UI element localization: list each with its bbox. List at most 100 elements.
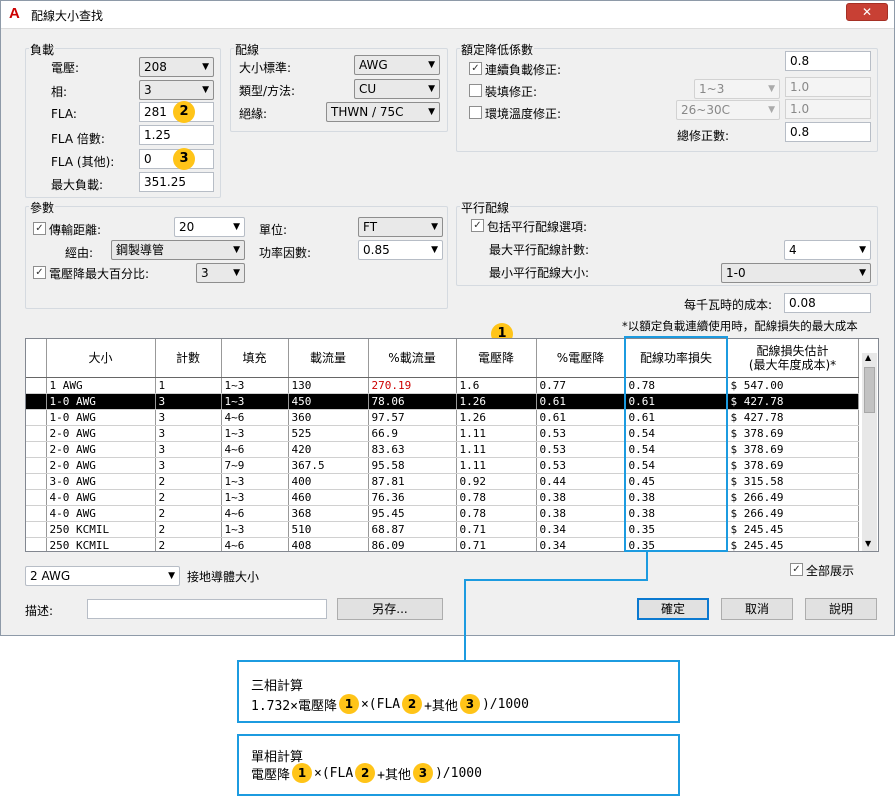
table-cell: 1 AWG (46, 377, 156, 394)
table-cell: 1~3 (221, 377, 289, 394)
pf-select[interactable]: 0.85 ▼ (358, 240, 443, 260)
single-phase-formula: 電壓降 1 ×(FLA 2 +其他 3 )/1000 (251, 763, 482, 783)
table-row[interactable]: 2-0 AWG 3 7~9 367.5 95.58 1.11 0.53 0.54 $ 378.6… (26, 457, 859, 474)
row-header[interactable] (26, 425, 47, 442)
ground-size-label: 接地導體大小 (187, 570, 260, 584)
column-header[interactable]: 載流量 (288, 339, 369, 378)
table-scrollbar[interactable]: ▲ ▼ (862, 353, 877, 551)
table-cell: 1.11 (456, 425, 537, 442)
table-row[interactable]: 250 KCMIL 2 4~6 408 86.09 0.71 0.34 0.35 $ 245.4… (26, 537, 859, 551)
insulation-select[interactable]: THWN / 75C ▼ (326, 102, 440, 122)
scroll-up-icon[interactable]: ▲ (865, 353, 871, 362)
size-std-select[interactable]: AWG ▼ (354, 55, 440, 75)
column-header[interactable]: %載流量 (368, 339, 457, 378)
voltage-select[interactable]: 208 ▼ (139, 57, 214, 77)
formula-times: ×(FLA (314, 765, 354, 781)
unit-select[interactable]: FT ▼ (358, 217, 443, 237)
results-table[interactable]: 大小 計數 填充 載流量 %載流量 電壓降 %電壓降 配線功率損失 配線損失估計 (最大年度成本… (25, 338, 879, 552)
fill-checkbox[interactable] (469, 84, 482, 97)
row-header[interactable] (26, 473, 47, 490)
table-cell: 3 (155, 425, 222, 442)
distance-label: 傳輸距離: (49, 223, 102, 237)
table-cell: 4~6 (221, 537, 289, 551)
row-header[interactable] (26, 457, 47, 474)
phase-select[interactable]: 3 ▼ (139, 80, 214, 100)
table-row[interactable]: 1 AWG 1 1~3 130 270.19 1.6 0.77 0.78 $ 547.00 (26, 377, 859, 394)
table-cell: 250 KCMIL (46, 521, 156, 538)
help-button[interactable]: 說明 (805, 598, 877, 620)
table-row[interactable]: 1-0 AWG 3 4~6 360 97.57 1.26 0.61 0.61 $ 427.78 (26, 409, 859, 426)
table-cell: 0.34 (536, 537, 626, 551)
table-cell: 95.58 (368, 457, 457, 474)
table-cell: $ 427.78 (727, 393, 859, 410)
row-header[interactable] (26, 377, 47, 394)
row-header[interactable] (26, 441, 47, 458)
max-count-select[interactable]: 4 ▼ (784, 240, 871, 260)
description-label: 描述: (25, 604, 54, 618)
close-button[interactable]: ✕ (846, 3, 888, 21)
vdrop-select[interactable]: 3 ▼ (196, 263, 245, 283)
row-header[interactable] (26, 521, 47, 538)
formula-prefix: 1.732×電壓降 (251, 698, 337, 714)
row-header[interactable] (26, 393, 47, 410)
table-cell: 2 (155, 505, 222, 522)
chevron-down-icon: ▼ (233, 222, 240, 232)
column-header[interactable]: %電壓降 (536, 339, 626, 378)
save-as-button[interactable]: 另存... (337, 598, 443, 620)
formula-badge-2: 2 (402, 694, 423, 714)
parallel-checkbox[interactable]: ✓ (471, 219, 484, 232)
scroll-down-icon[interactable]: ▼ (865, 539, 871, 548)
table-cell: 0.34 (536, 521, 626, 538)
continuous-checkbox[interactable]: ✓ (469, 62, 482, 75)
scroll-thumb[interactable] (864, 367, 875, 413)
type-select[interactable]: CU ▼ (354, 79, 440, 99)
fill-input[interactable]: 1.0 (785, 77, 871, 97)
chevron-down-icon: ▼ (202, 62, 209, 72)
via-select[interactable]: 鋼製導管 ▼ (111, 240, 245, 260)
temp-input[interactable]: 1.0 (785, 99, 871, 119)
chevron-down-icon: ▼ (859, 245, 866, 255)
fill-select[interactable]: 1~3 ▼ (694, 79, 780, 99)
size-std-value: AWG (359, 58, 388, 72)
column-header[interactable]: 填充 (221, 339, 289, 378)
table-cell: $ 266.49 (727, 489, 859, 506)
table-cell: 1~3 (221, 521, 289, 538)
column-header[interactable]: 電壓降 (456, 339, 537, 378)
column-header[interactable]: 計數 (155, 339, 222, 378)
temp-select[interactable]: 26~30C ▼ (676, 100, 780, 120)
cancel-button[interactable]: 取消 (721, 598, 793, 620)
table-row[interactable]: 1-0 AWG 3 1~3 450 78.06 1.26 0.61 0.61 $ 427.78 (26, 393, 859, 410)
table-cell: 1.26 (456, 393, 537, 410)
table-row[interactable]: 3-0 AWG 2 1~3 400 87.81 0.92 0.44 0.45 $ 315.58 (26, 473, 859, 490)
ok-button[interactable]: 確定 (637, 598, 709, 620)
table-row[interactable]: 2-0 AWG 3 1~3 525 66.9 1.11 0.53 0.54 $ 378.69 (26, 425, 859, 442)
table-cell: 4-0 AWG (46, 505, 156, 522)
temp-checkbox[interactable] (469, 106, 482, 119)
distance-checkbox[interactable]: ✓ (33, 222, 46, 235)
chevron-down-icon: ▼ (431, 245, 438, 255)
vdrop-checkbox[interactable]: ✓ (33, 266, 46, 279)
description-input[interactable] (87, 599, 327, 619)
row-header[interactable] (26, 505, 47, 522)
column-header[interactable]: 配線損失估計 (最大年度成本)* (727, 339, 859, 378)
fla-mult-input[interactable]: 1.25 (139, 125, 214, 145)
cost-input[interactable]: 0.08 (784, 293, 871, 313)
three-phase-formula: 1.732×電壓降 1 ×(FLA 2 +其他 3 )/1000 (251, 694, 529, 714)
table-row[interactable]: 4-0 AWG 2 1~3 460 76.36 0.78 0.38 0.38 $ 266.49 (26, 489, 859, 506)
table-row[interactable]: 2-0 AWG 3 4~6 420 83.63 1.11 0.53 0.54 $ 378.69 (26, 441, 859, 458)
table-row[interactable]: 250 KCMIL 2 1~3 510 68.87 0.71 0.34 0.35 $ 245.4… (26, 521, 859, 538)
table-row[interactable]: 4-0 AWG 2 4~6 368 95.45 0.78 0.38 0.38 $ 266.49 (26, 505, 859, 522)
row-header[interactable] (26, 489, 47, 506)
row-header[interactable] (26, 537, 47, 551)
row-header[interactable] (26, 409, 47, 426)
phase-value: 3 (144, 83, 152, 97)
min-size-select[interactable]: 1-0 ▼ (721, 263, 871, 283)
min-size-label: 最小平行配線大小: (489, 266, 590, 280)
distance-select[interactable]: 20 ▼ (174, 217, 245, 237)
continuous-input[interactable]: 0.8 (785, 51, 871, 71)
show-all-checkbox[interactable]: ✓ (790, 563, 803, 576)
voltage-label: 電壓: (51, 61, 80, 75)
ground-size-select[interactable]: 2 AWG ▼ (25, 566, 180, 586)
table-cell: 0.44 (536, 473, 626, 490)
column-header[interactable]: 大小 (46, 339, 156, 378)
